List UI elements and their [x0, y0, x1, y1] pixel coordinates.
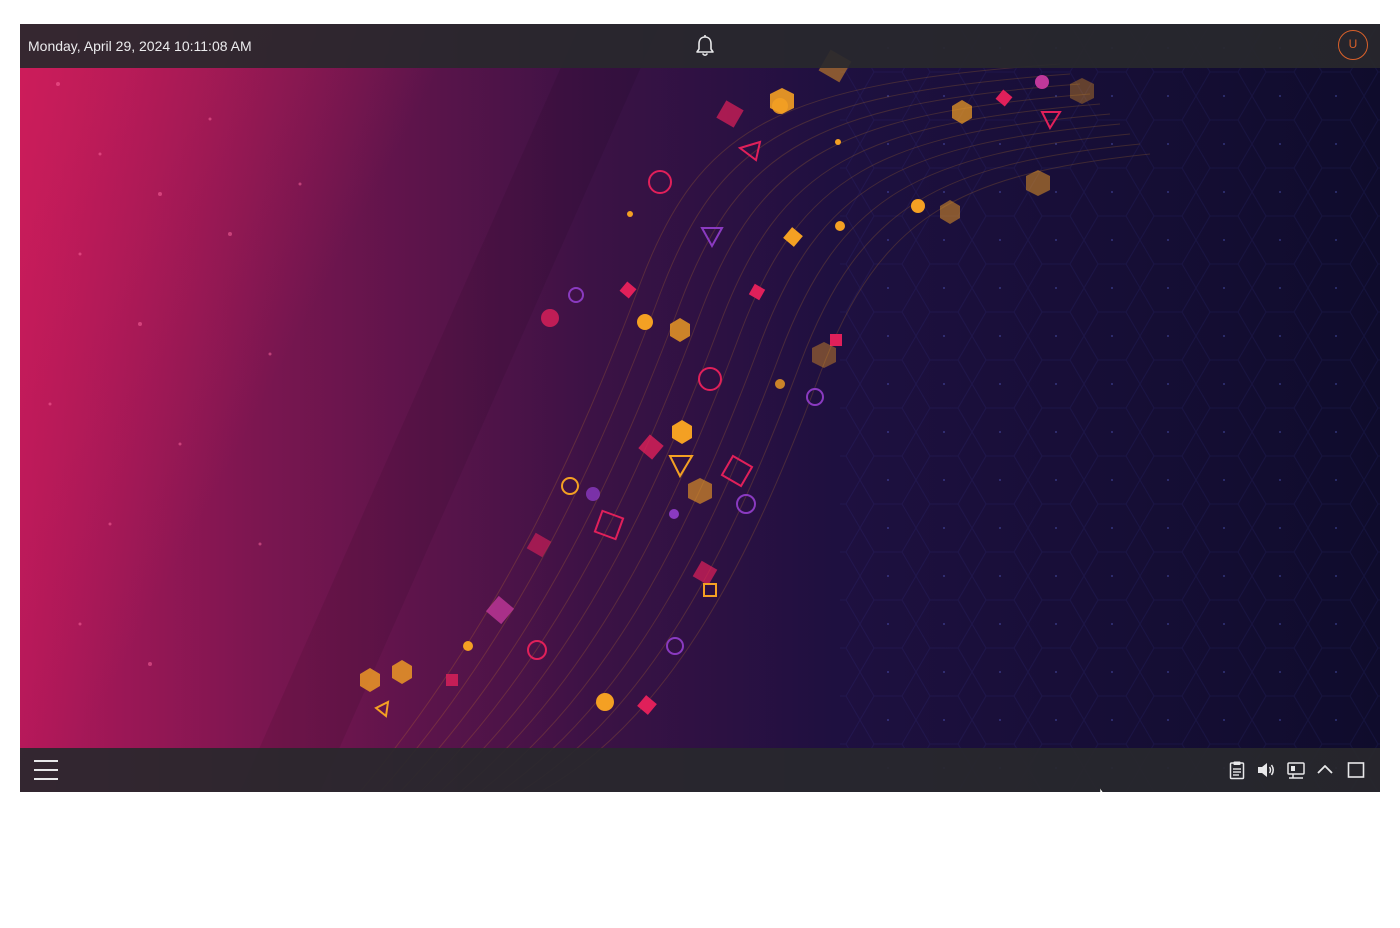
- mouse-cursor-icon: [1100, 788, 1104, 792]
- clock-datetime[interactable]: Monday, April 29, 2024 10:11:08 AM: [28, 24, 252, 68]
- clipboard-icon[interactable]: [1227, 760, 1247, 780]
- chevron-up-icon[interactable]: [1315, 760, 1335, 780]
- user-avatar[interactable]: U: [1338, 30, 1368, 60]
- bottom-panel: [20, 748, 1380, 792]
- show-desktop-icon[interactable]: [1346, 760, 1366, 780]
- hamburger-menu-icon[interactable]: [32, 757, 60, 783]
- desktop-screen: Monday, April 29, 2024 10:11:08 AM U: [20, 24, 1380, 792]
- volume-icon[interactable]: [1256, 760, 1276, 780]
- network-icon[interactable]: [1286, 760, 1306, 780]
- bell-icon[interactable]: [694, 34, 716, 58]
- top-panel: Monday, April 29, 2024 10:11:08 AM U: [20, 24, 1380, 68]
- desktop-wallpaper: [20, 24, 1380, 792]
